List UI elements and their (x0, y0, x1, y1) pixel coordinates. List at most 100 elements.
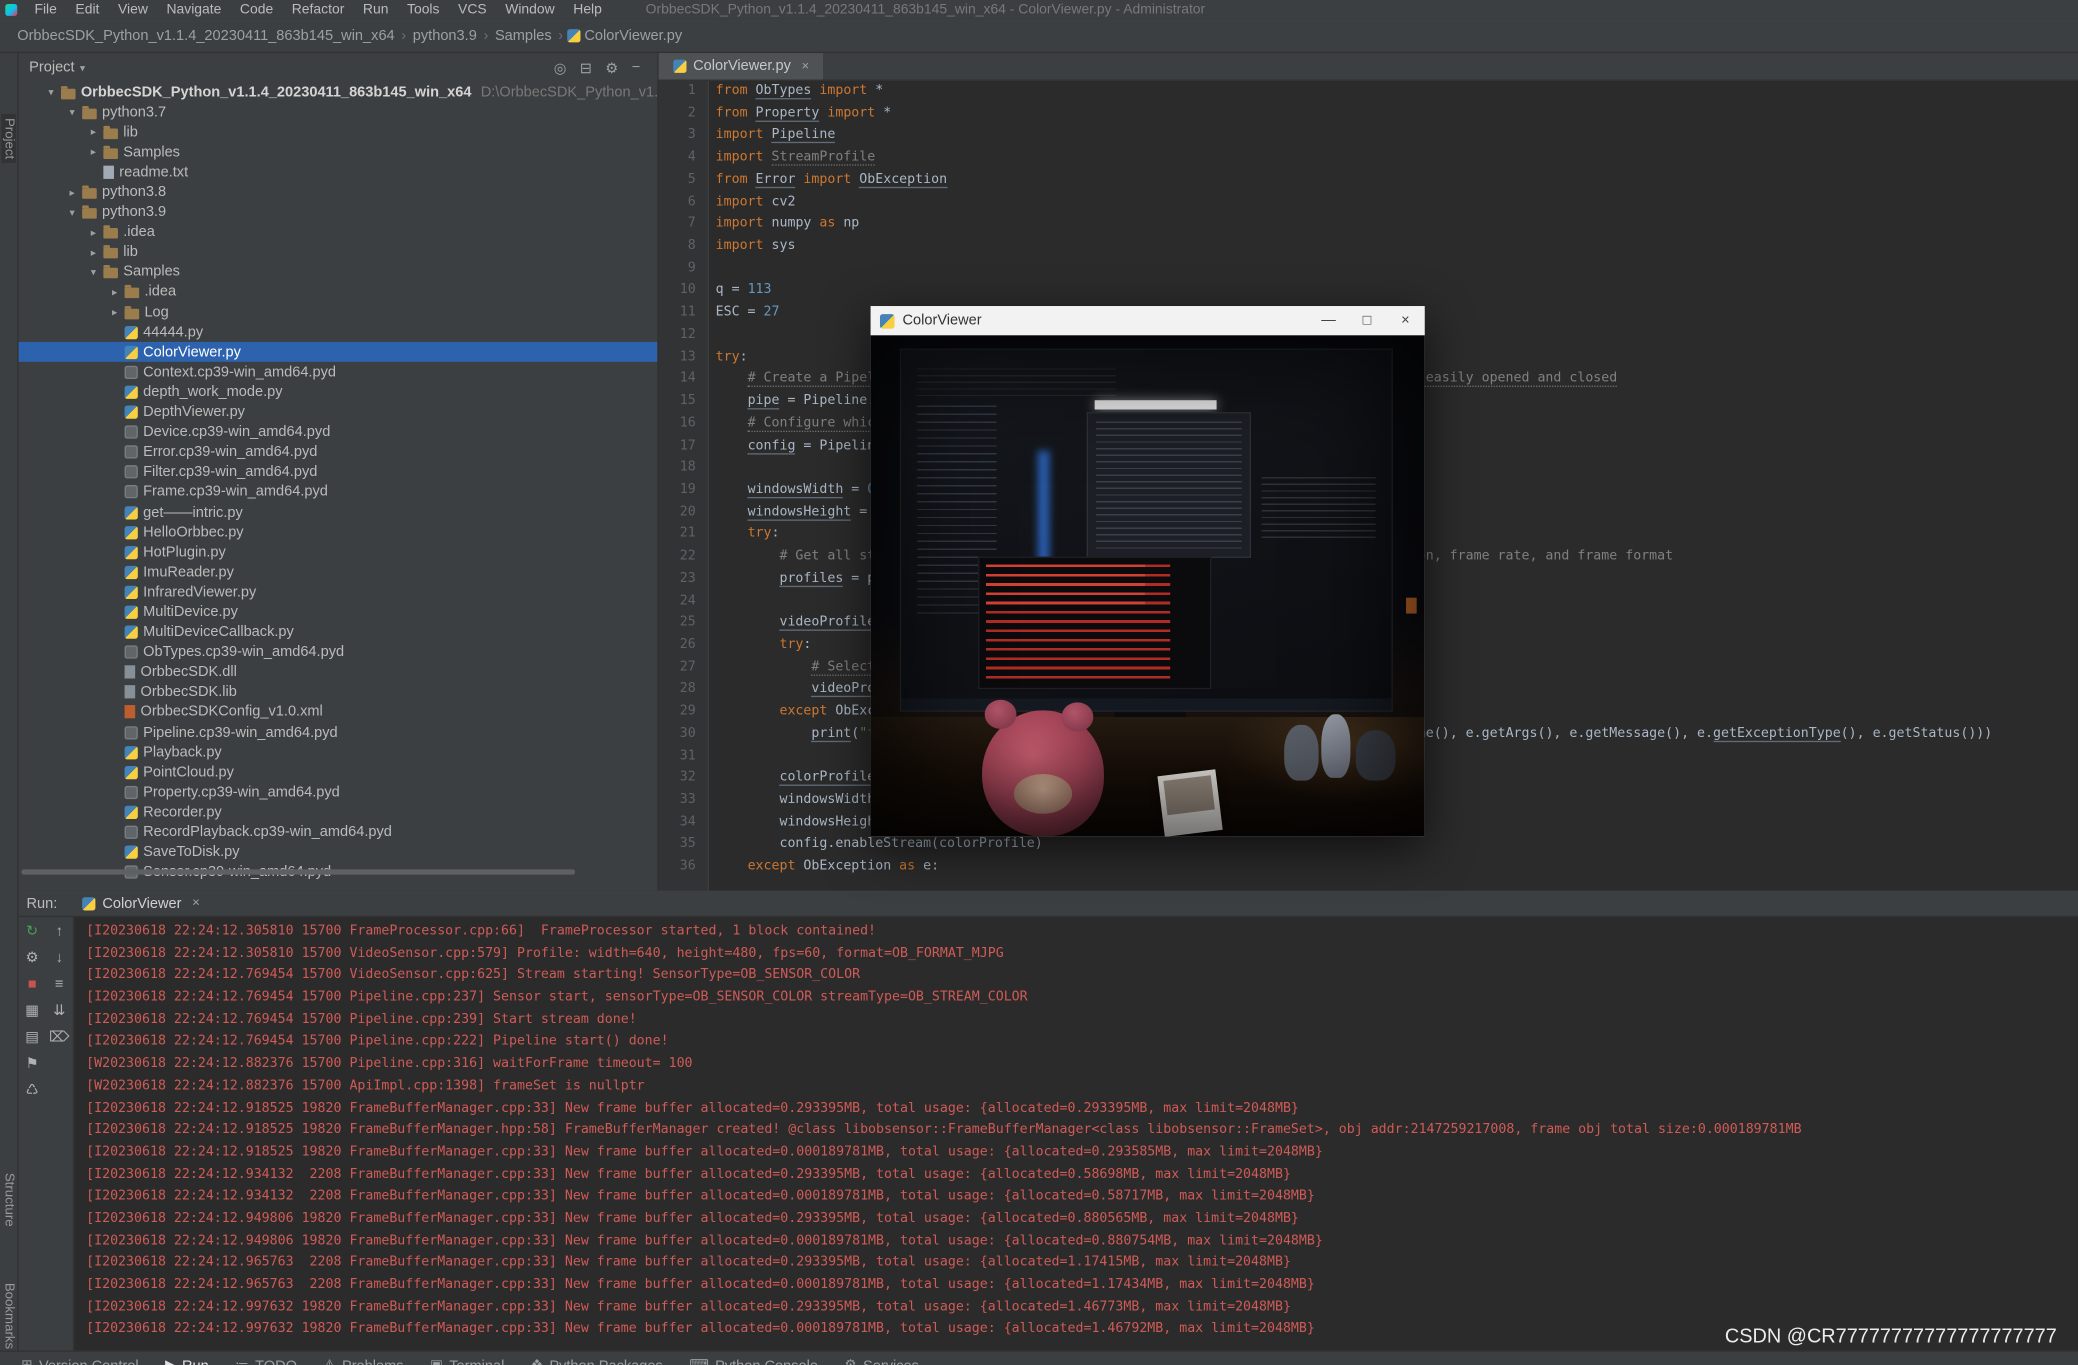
code-line-5[interactable]: from Error import ObException (716, 169, 2078, 191)
tree-item-obtypes-cp39-win-amd64-pyd[interactable]: ObTypes.cp39-win_amd64.pyd (19, 642, 658, 662)
tree-item-get-intric-py[interactable]: get——intric.py (19, 502, 658, 522)
code-line-9[interactable] (716, 258, 2078, 280)
history-icon[interactable]: ▤ (25, 1030, 39, 1047)
statusbar-run[interactable]: ▶Run (165, 1358, 209, 1365)
menu-file[interactable]: File (25, 1, 66, 17)
run-tab-colorviewer[interactable]: ColorViewer × (71, 891, 211, 916)
locate-file-icon[interactable]: ◎ (547, 59, 573, 76)
tree-item-lib[interactable]: ▸lib (19, 242, 658, 262)
tree-item-hotplugin-py[interactable]: HotPlugin.py (19, 542, 658, 562)
tree-item-orbbecsdkconfig-v1-0-xml[interactable]: OrbbecSDKConfig_v1.0.xml (19, 702, 658, 722)
chevron-right-icon[interactable]: ▸ (85, 126, 102, 138)
hide-panel-icon[interactable]: − (625, 59, 647, 76)
code-line-4[interactable]: import StreamProfile (716, 147, 2078, 169)
collapse-all-icon[interactable]: ⊟ (573, 59, 598, 76)
chevron-right-icon[interactable]: ▸ (85, 146, 102, 158)
tree-item-samples[interactable]: ▾Samples (19, 262, 658, 282)
chevron-down-icon[interactable]: ▾ (64, 106, 81, 118)
next-occurrence-icon[interactable]: ↓ (56, 950, 63, 967)
tree-item-multidevice-py[interactable]: MultiDevice.py (19, 602, 658, 622)
tree-item-idea[interactable]: ▸.idea (19, 282, 658, 302)
chevron-down-icon[interactable]: ▾ (85, 266, 102, 278)
code-line-3[interactable]: import Pipeline (716, 125, 2078, 147)
menu-help[interactable]: Help (564, 1, 611, 17)
tree-item-readme-txt[interactable]: readme.txt (19, 162, 658, 182)
code-line-36[interactable]: except ObException as e: (716, 856, 2078, 878)
menu-view[interactable]: View (109, 1, 157, 17)
menu-navigate[interactable]: Navigate (157, 1, 230, 17)
tree-item-error-cp39-win-amd64-pyd[interactable]: Error.cp39-win_amd64.pyd (19, 442, 658, 462)
tree-item-orbbecsdk-lib[interactable]: OrbbecSDK.lib (19, 682, 658, 702)
menu-vcs[interactable]: VCS (449, 1, 496, 17)
settings-icon[interactable]: ⚙ (599, 59, 625, 76)
tree-item-44444-py[interactable]: 44444.py (19, 322, 658, 342)
tool-strip-project[interactable]: Project (1, 114, 16, 163)
chevron-right-icon[interactable]: ▸ (106, 306, 123, 318)
code-line-2[interactable]: from Property import * (716, 103, 2078, 125)
tree-item-orbbecsdk-dll[interactable]: OrbbecSDK.dll (19, 662, 658, 682)
tree-item-colorviewer-py[interactable]: ColorViewer.py (19, 342, 658, 362)
clear-all-icon[interactable]: ⌦ (49, 1030, 70, 1047)
statusbar-version-control[interactable]: ⊞Version Control (21, 1358, 138, 1365)
chevron-right-icon[interactable]: ▸ (106, 286, 123, 298)
soft-wrap-icon[interactable]: ≡ (55, 977, 64, 994)
prev-occurrence-icon[interactable]: ↑ (56, 924, 63, 941)
menu-code[interactable]: Code (231, 1, 283, 17)
menu-window[interactable]: Window (496, 1, 564, 17)
tree-item-savetodisk-py[interactable]: SaveToDisk.py (19, 842, 658, 862)
close-button[interactable]: × (1386, 306, 1424, 335)
project-panel-title[interactable]: Project (29, 60, 74, 76)
tree-item-idea[interactable]: ▸.idea (19, 222, 658, 242)
chevron-right-icon[interactable]: ▸ (85, 226, 102, 238)
tab-colorviewer[interactable]: ColorViewer.py × (659, 53, 823, 80)
close-icon[interactable]: × (801, 59, 809, 74)
code-line-8[interactable]: import sys (716, 236, 2078, 258)
breadcrumb-item-orbbecsdk-python-v1-1-4-20230411-863b145-win-x64[interactable]: OrbbecSDK_Python_v1.1.4_20230411_863b145… (13, 27, 398, 43)
settings-icon[interactable]: ⚙ (26, 950, 39, 967)
tree-item-multidevicecallback-py[interactable]: MultiDeviceCallback.py (19, 622, 658, 642)
statusbar-problems[interactable]: ⚠Problems (323, 1358, 403, 1365)
tree-item-lib[interactable]: ▸lib (19, 122, 658, 142)
colorviewer-titlebar[interactable]: ColorViewer — □ × (871, 306, 1425, 335)
code-line-7[interactable]: import numpy as np (716, 214, 2078, 236)
stop-icon[interactable]: ■ (28, 977, 37, 994)
tree-item-python3-9[interactable]: ▾python3.9 (19, 202, 658, 222)
restore-layout-icon[interactable]: ▦ (25, 1003, 39, 1020)
tree-item-context-cp39-win-amd64-pyd[interactable]: Context.cp39-win_amd64.pyd (19, 362, 658, 382)
tree-item-frame-cp39-win-amd64-pyd[interactable]: Frame.cp39-win_amd64.pyd (19, 482, 658, 502)
tree-item-depth-work-mode-py[interactable]: depth_work_mode.py (19, 382, 658, 402)
minimize-button[interactable]: — (1309, 306, 1347, 335)
chevron-right-icon[interactable]: ▸ (85, 246, 102, 258)
horizontal-scrollbar[interactable] (21, 869, 575, 874)
tree-item-helloorbbec-py[interactable]: HelloOrbbec.py (19, 522, 658, 542)
statusbar-services[interactable]: ⚙Services (845, 1358, 919, 1365)
rerun-icon[interactable]: ↻ (26, 924, 38, 941)
scroll-to-end-icon[interactable]: ⇊ (53, 1003, 65, 1020)
chevron-right-icon[interactable]: ▸ (64, 186, 81, 198)
tree-item-python3-7[interactable]: ▾python3.7 (19, 102, 658, 122)
chevron-down-icon[interactable]: ▾ (80, 62, 85, 74)
tree-item-property-cp39-win-amd64-pyd[interactable]: Property.cp39-win_amd64.pyd (19, 782, 658, 802)
code-line-6[interactable]: import cv2 (716, 192, 2078, 214)
code-line-10[interactable]: q = 113 (716, 280, 2078, 302)
tool-strip-structure[interactable]: Structure (1, 1173, 16, 1227)
delete-icon[interactable]: ♺ (26, 1083, 39, 1100)
breadcrumb-item-colorviewer-py[interactable]: ColorViewer.py (580, 27, 686, 43)
code-line-1[interactable]: from ObTypes import * (716, 81, 2078, 103)
breadcrumb-item-samples[interactable]: Samples (491, 27, 556, 43)
tree-item-depthviewer-py[interactable]: DepthViewer.py (19, 402, 658, 422)
statusbar-python-packages[interactable]: ❖Python Packages (531, 1358, 663, 1365)
tree-item-imureader-py[interactable]: ImuReader.py (19, 562, 658, 582)
tree-item-recorder-py[interactable]: Recorder.py (19, 802, 658, 822)
close-icon[interactable]: × (192, 896, 200, 911)
tree-item-orbbecsdk-python-v1-1-4-20230411-863b145-win-x64[interactable]: ▾OrbbecSDK_Python_v1.1.4_20230411_863b14… (19, 82, 658, 102)
tree-item-playback-py[interactable]: Playback.py (19, 742, 658, 762)
menu-refactor[interactable]: Refactor (282, 1, 353, 17)
breadcrumb-item-python3-9[interactable]: python3.9 (409, 27, 481, 43)
tree-item-infraredviewer-py[interactable]: InfraredViewer.py (19, 582, 658, 602)
tree-item-samples[interactable]: ▸Samples (19, 142, 658, 162)
tool-strip-bookmarks[interactable]: Bookmarks (1, 1283, 16, 1349)
statusbar-todo[interactable]: ≔TODO (235, 1358, 297, 1365)
statusbar-terminal[interactable]: ▣Terminal (430, 1358, 504, 1365)
menu-edit[interactable]: Edit (66, 1, 109, 17)
